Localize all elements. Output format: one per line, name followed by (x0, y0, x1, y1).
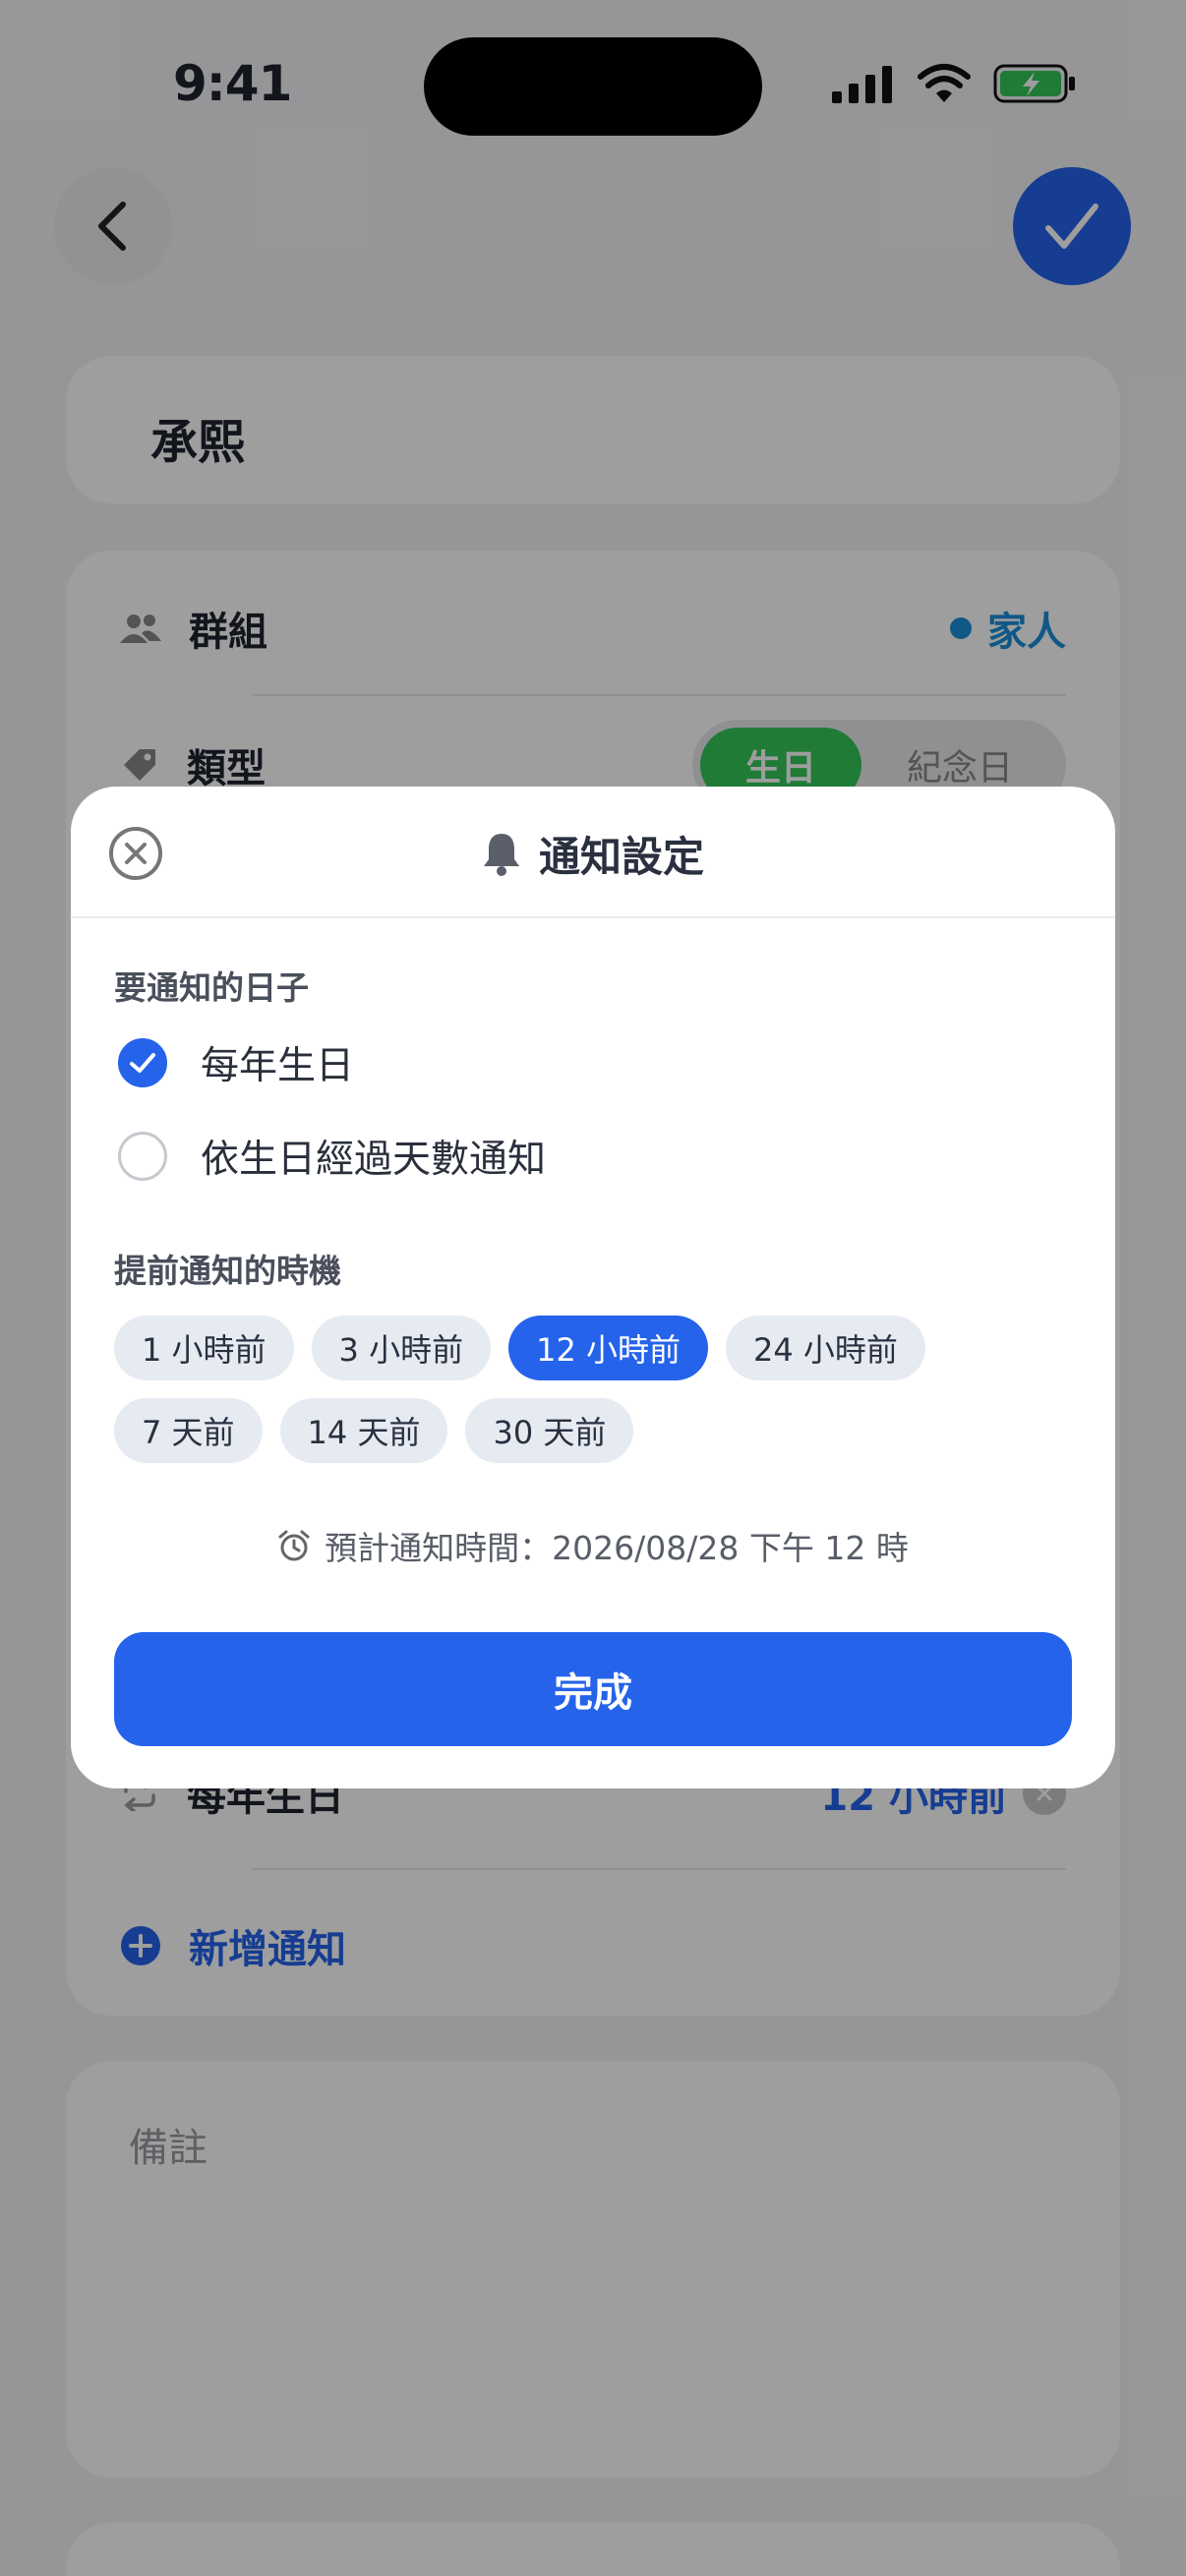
option-label: 每年生日 (201, 1044, 355, 1088)
chip-24h[interactable]: 24 小時前 (726, 1316, 925, 1380)
preview-text: 預計通知時間：2026/08/28 下午 12 時 (325, 1529, 909, 1567)
modal-title: 通知設定 (538, 833, 704, 881)
check-icon (130, 1053, 155, 1073)
timing-chip-group: 1 小時前 3 小時前 12 小時前 24 小時前 7 天前 14 天前 30 … (114, 1316, 1078, 1463)
notification-settings-modal: 通知設定 要通知的日子 每年生日 依生日經過天數通知 提前通知的時機 1 小時前… (71, 787, 1115, 1788)
chip-3h[interactable]: 3 小時前 (311, 1316, 492, 1380)
done-button[interactable]: 完成 (114, 1632, 1072, 1746)
option-label: 依生日經過天數通知 (201, 1138, 547, 1182)
alarm-clock-icon (278, 1530, 310, 1561)
option-days-elapsed[interactable]: 依生日經過天數通知 (118, 1129, 546, 1184)
option-yearly-birthday[interactable]: 每年生日 (118, 1035, 354, 1090)
notification-preview: 預計通知時間：2026/08/28 下午 12 時 (71, 1522, 1115, 1569)
checked-radio-icon (118, 1038, 167, 1087)
chip-14d[interactable]: 14 天前 (279, 1398, 448, 1463)
chip-1h[interactable]: 1 小時前 (114, 1316, 294, 1380)
section-label-days: 要通知的日子 (114, 968, 309, 1007)
section-label-timing: 提前通知的時機 (114, 1252, 341, 1290)
modal-header: 通知設定 (71, 787, 1115, 918)
chip-7d[interactable]: 7 天前 (114, 1398, 263, 1463)
modal-title-wrap: 通知設定 (71, 824, 1115, 884)
unchecked-radio-icon (118, 1132, 167, 1181)
chip-30d[interactable]: 30 天前 (465, 1398, 634, 1463)
chip-12h[interactable]: 12 小時前 (508, 1316, 708, 1380)
bell-icon (483, 833, 519, 876)
